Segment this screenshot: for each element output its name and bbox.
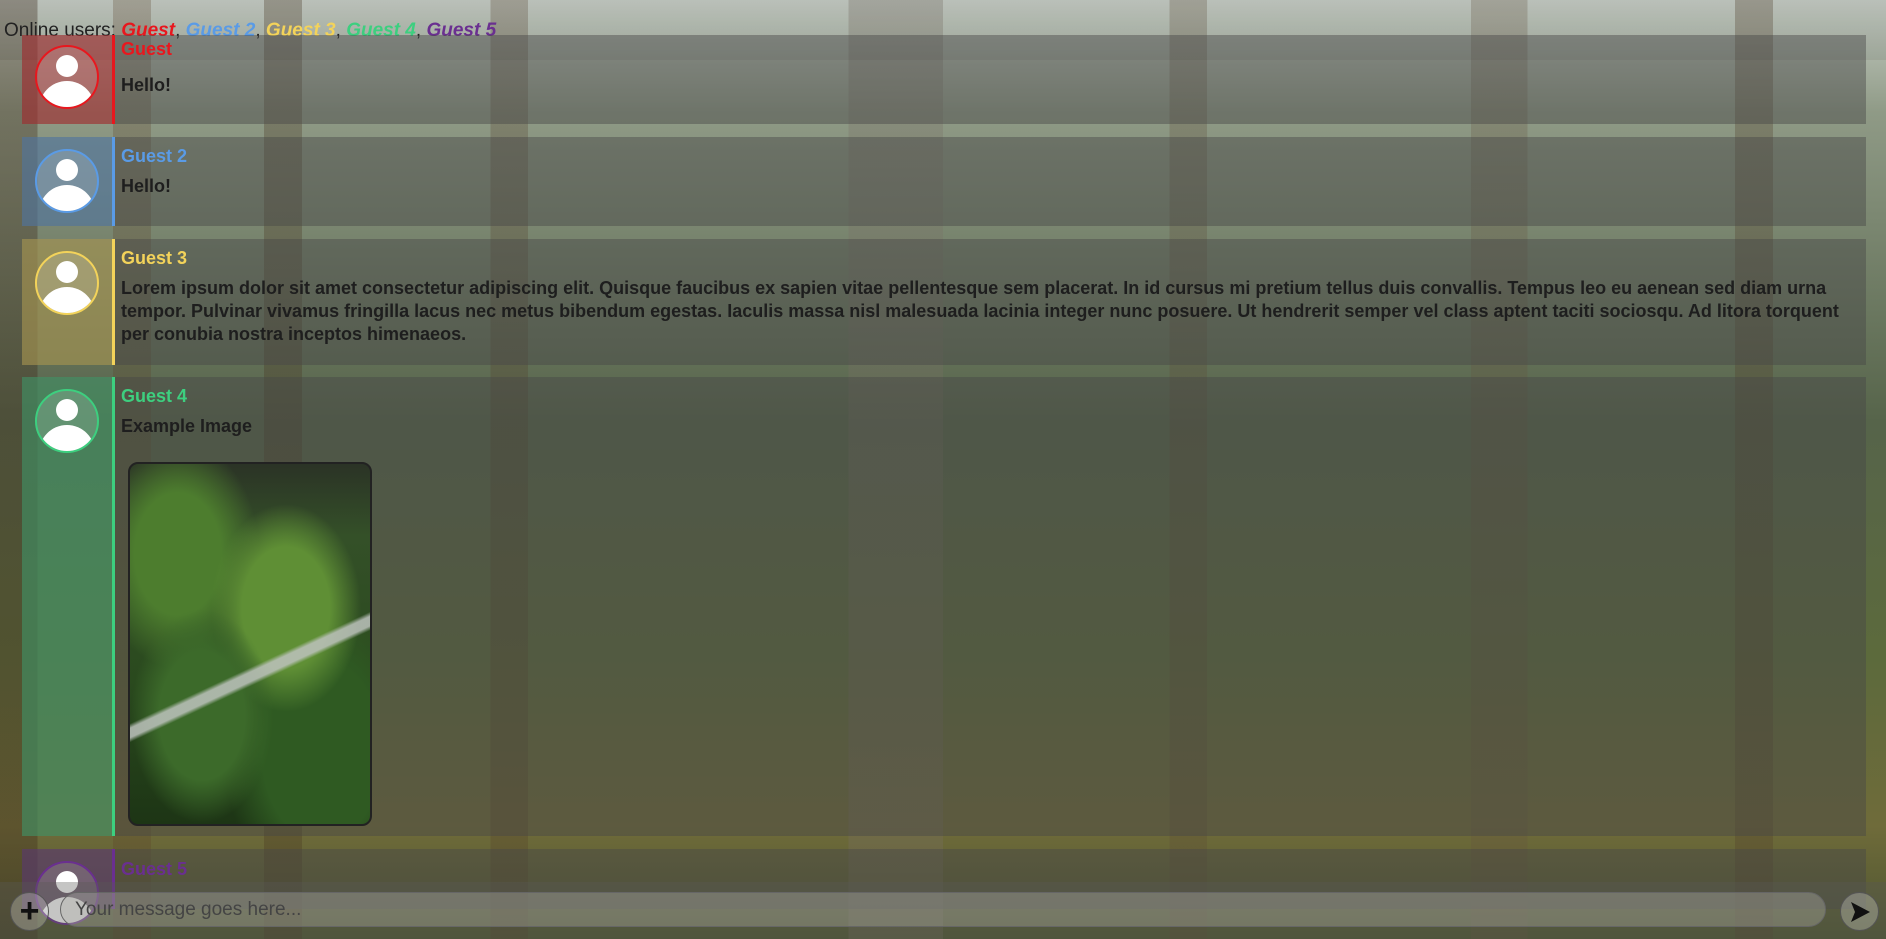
message-item: Guest 4 Example Image (22, 377, 1866, 836)
message-sidebar (22, 239, 115, 365)
message-author: Guest 2 (121, 146, 188, 166)
avatar-icon (35, 389, 99, 453)
message-sidebar (22, 137, 115, 226)
message-text: Hello! (121, 75, 172, 95)
avatar-icon (35, 149, 99, 213)
message-text: Hello! (121, 176, 172, 196)
message-sidebar (22, 35, 115, 124)
message-author: Guest 5 (121, 859, 188, 879)
plus-icon[interactable]: + (10, 892, 49, 931)
message-item: Guest 2 Hello! (22, 137, 1866, 226)
avatar-icon (35, 45, 99, 109)
send-arrow-icon[interactable] (1840, 892, 1879, 931)
message-text: Lorem ipsum dolor sit amet consectetur a… (121, 278, 1839, 344)
message-item: Guest 3 Lorem ipsum dolor sit amet conse… (22, 239, 1866, 365)
message-sidebar (22, 377, 115, 836)
forest-photo-attachment[interactable] (128, 462, 372, 826)
avatar-icon (35, 251, 99, 315)
message-author: Guest (121, 39, 173, 59)
message-item: Guest Hello! (22, 35, 1866, 124)
message-input[interactable] (60, 892, 1826, 927)
message-author: Guest 3 (121, 248, 188, 268)
message-author: Guest 4 (121, 386, 188, 406)
message-composer: + (0, 882, 1886, 939)
message-text: Example Image (121, 416, 253, 436)
